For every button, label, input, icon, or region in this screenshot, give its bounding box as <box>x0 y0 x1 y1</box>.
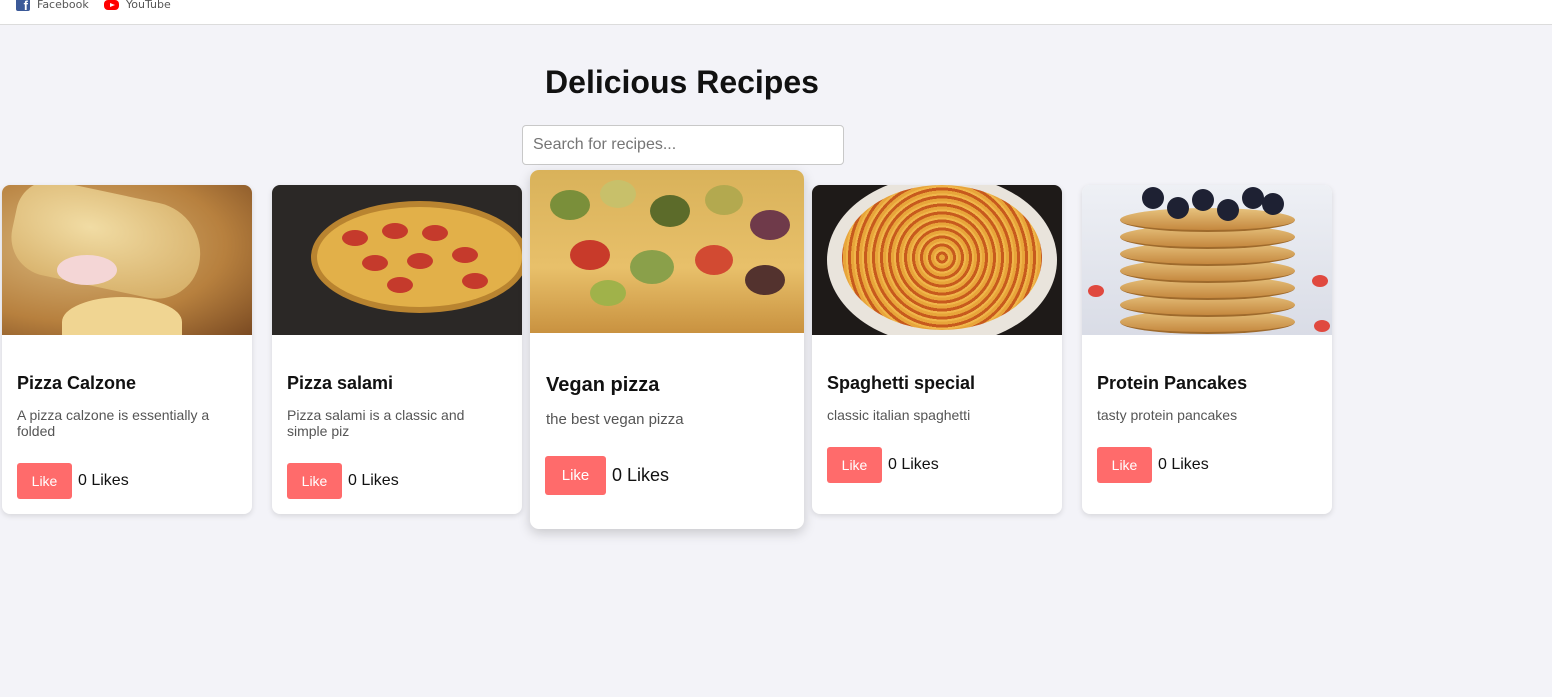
recipe-card: Pizza Calzone A pizza calzone is essenti… <box>2 185 252 514</box>
bookmark-label: Facebook <box>37 0 89 11</box>
like-count: 0 Likes <box>1158 456 1209 473</box>
recipe-title: Protein Pancakes <box>1097 373 1248 393</box>
like-button[interactable]: Like <box>1097 447 1152 483</box>
like-row: Like 0 Likes <box>827 447 939 483</box>
pancakes-image <box>1082 185 1332 335</box>
like-button[interactable]: Like <box>17 463 72 499</box>
like-button[interactable]: Like <box>545 456 606 495</box>
like-count: 0 Likes <box>348 472 399 489</box>
recipe-card: Protein Pancakes tasty protein pancakes … <box>1082 185 1332 514</box>
vegan-pizza-image <box>530 170 804 333</box>
recipe-card: Spaghetti special classic italian spaghe… <box>812 185 1062 514</box>
calzone-image <box>2 185 252 335</box>
recipe-title: Pizza Calzone <box>17 373 137 393</box>
bookmark-label: YouTube <box>126 0 171 11</box>
recipe-description: classic italian spaghetti <box>827 407 971 423</box>
like-button[interactable]: Like <box>287 463 342 499</box>
search-input[interactable] <box>522 125 844 165</box>
spaghetti-image <box>812 185 1062 335</box>
recipe-description: the best vegan pizza <box>546 411 684 428</box>
like-count: 0 Likes <box>612 465 670 485</box>
recipe-title: Pizza salami <box>287 373 394 393</box>
recipe-description: Pizza salami is a classic and simple piz <box>287 407 465 439</box>
facebook-icon <box>16 0 30 13</box>
like-count: 0 Likes <box>78 472 129 489</box>
recipe-title: Vegan pizza <box>546 374 660 396</box>
bookmark-youtube[interactable]: YouTube <box>104 0 171 13</box>
recipe-description: tasty protein pancakes <box>1097 407 1238 423</box>
like-row: Like 0 Likes <box>287 463 399 499</box>
recipe-description: A pizza calzone is essentially a folded <box>17 407 210 439</box>
like-button[interactable]: Like <box>827 447 882 483</box>
youtube-icon <box>104 0 119 10</box>
pizza-salami-image <box>272 185 522 335</box>
recipe-card: Vegan pizza the best vegan pizza Like 0 … <box>530 170 804 529</box>
recipe-title: Spaghetti special <box>827 373 976 393</box>
bookmark-facebook[interactable]: Facebook <box>16 0 89 13</box>
like-row: Like 0 Likes <box>545 456 669 495</box>
recipe-card: Pizza salami Pizza salami is a classic a… <box>272 185 522 514</box>
like-count: 0 Likes <box>888 456 939 473</box>
like-row: Like 0 Likes <box>17 463 129 499</box>
like-row: Like 0 Likes <box>1097 447 1209 483</box>
bookmarks-bar: Facebook YouTube <box>0 0 1552 25</box>
page-title: Delicious Recipes <box>545 64 819 100</box>
